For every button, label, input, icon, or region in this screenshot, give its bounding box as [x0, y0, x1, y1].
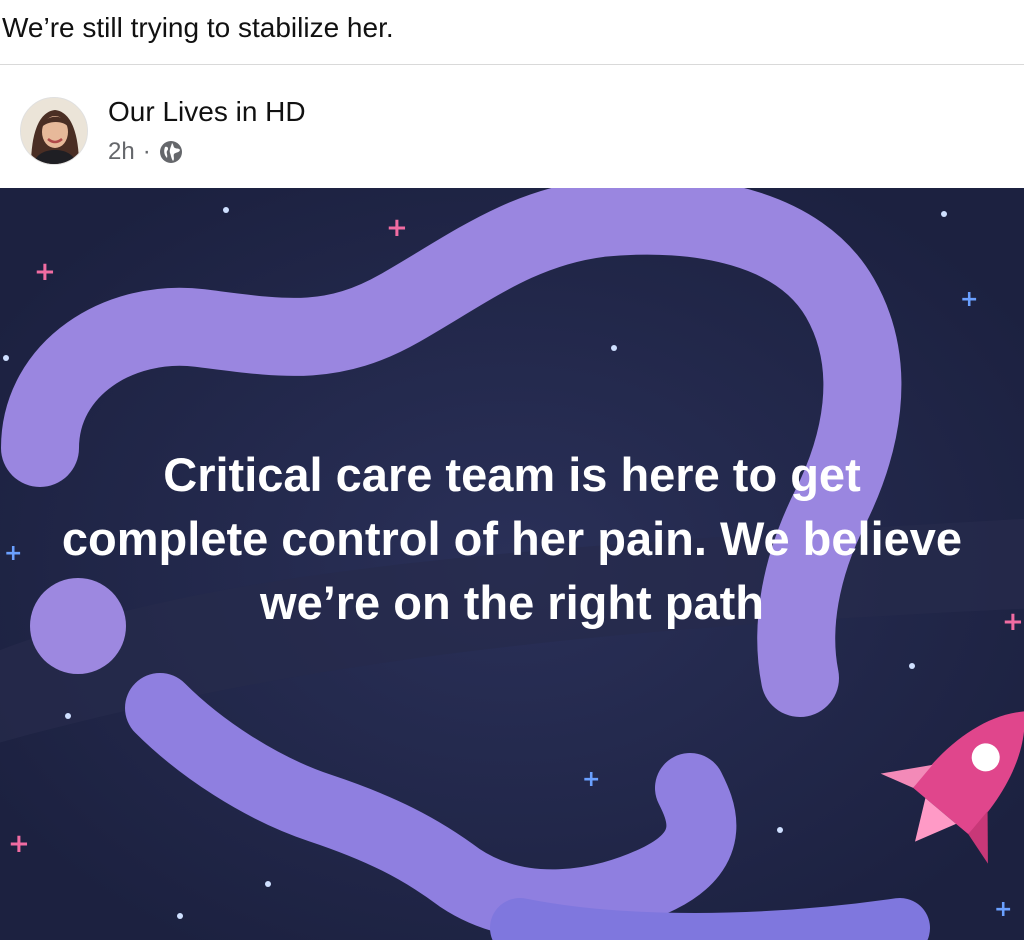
svg-text:+: + — [386, 213, 408, 243]
svg-text:+: + — [34, 257, 56, 287]
image-overlay-text: Critical care team is here to get comple… — [61, 448, 963, 629]
post-caption: We’re still trying to stabilize her. — [2, 12, 394, 43]
svg-text:+: + — [8, 829, 30, 859]
svg-text:+: + — [960, 287, 978, 312]
globe-icon — [159, 140, 183, 164]
post-image[interactable]: + + + + + + + + Critical care team is he… — [0, 188, 1024, 940]
post-header: Our Lives in HD 2h · — [0, 65, 1024, 188]
author-name[interactable]: Our Lives in HD — [108, 95, 306, 129]
post-meta: 2h · — [108, 137, 183, 167]
avatar[interactable] — [20, 97, 88, 165]
separator-dot: · — [142, 138, 151, 165]
svg-text:+: + — [994, 897, 1012, 922]
svg-text:+: + — [582, 767, 600, 792]
post-time[interactable]: 2h — [108, 137, 135, 167]
